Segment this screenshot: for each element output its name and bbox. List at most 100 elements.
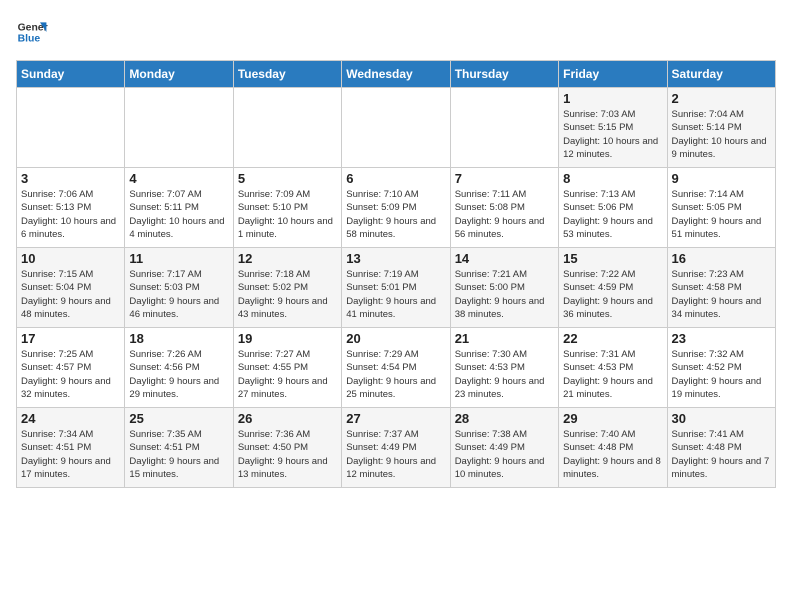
day-number: 13 (346, 251, 445, 266)
day-number: 20 (346, 331, 445, 346)
day-number: 8 (563, 171, 662, 186)
weekday-header: Saturday (667, 61, 775, 88)
calendar-cell: 9 Sunrise: 7:14 AM Sunset: 5:05 PM Daylig… (667, 168, 775, 248)
calendar-cell: 22 Sunrise: 7:31 AM Sunset: 4:53 PM Dayli… (559, 328, 667, 408)
day-info: Sunrise: 7:19 AM Sunset: 5:01 PM Dayligh… (346, 268, 445, 321)
day-info: Sunrise: 7:29 AM Sunset: 4:54 PM Dayligh… (346, 348, 445, 401)
weekday-header: Monday (125, 61, 233, 88)
calendar-cell: 6 Sunrise: 7:10 AM Sunset: 5:09 PM Daylig… (342, 168, 450, 248)
calendar-cell: 30 Sunrise: 7:41 AM Sunset: 4:48 PM Dayli… (667, 408, 775, 488)
day-number: 22 (563, 331, 662, 346)
calendar-cell: 20 Sunrise: 7:29 AM Sunset: 4:54 PM Dayli… (342, 328, 450, 408)
weekday-header: Friday (559, 61, 667, 88)
day-number: 16 (672, 251, 771, 266)
weekday-header: Thursday (450, 61, 558, 88)
weekday-header: Tuesday (233, 61, 341, 88)
day-number: 12 (238, 251, 337, 266)
day-number: 21 (455, 331, 554, 346)
calendar-cell: 24Sunrise: 7:34 AM Sunset: 4:51 PM Dayli… (17, 408, 125, 488)
day-number: 29 (563, 411, 662, 426)
calendar-cell: 8 Sunrise: 7:13 AM Sunset: 5:06 PM Daylig… (559, 168, 667, 248)
calendar-cell: 18 Sunrise: 7:26 AM Sunset: 4:56 PM Dayli… (125, 328, 233, 408)
day-number: 27 (346, 411, 445, 426)
day-number: 2 (672, 91, 771, 106)
calendar-week-row: 3 Sunrise: 7:06 AM Sunset: 5:13 PM Daylig… (17, 168, 776, 248)
calendar-cell (125, 88, 233, 168)
day-number: 6 (346, 171, 445, 186)
day-info: Sunrise: 7:07 AM Sunset: 5:11 PM Dayligh… (129, 188, 228, 241)
day-number: 7 (455, 171, 554, 186)
calendar-week-row: 1Sunrise: 7:03 AM Sunset: 5:15 PM Daylig… (17, 88, 776, 168)
weekday-header: Wednesday (342, 61, 450, 88)
day-info: Sunrise: 7:13 AM Sunset: 5:06 PM Dayligh… (563, 188, 662, 241)
calendar-week-row: 10 Sunrise: 7:15 AM Sunset: 5:04 PM Dayli… (17, 248, 776, 328)
day-info: Sunrise: 7:06 AM Sunset: 5:13 PM Dayligh… (21, 188, 120, 241)
day-number: 10 (21, 251, 120, 266)
calendar-cell: 21Sunrise: 7:30 AM Sunset: 4:53 PM Dayli… (450, 328, 558, 408)
calendar-cell: 23 Sunrise: 7:32 AM Sunset: 4:52 PM Dayli… (667, 328, 775, 408)
calendar-cell: 17Sunrise: 7:25 AM Sunset: 4:57 PM Dayli… (17, 328, 125, 408)
logo: General Blue (16, 16, 48, 48)
calendar-cell: 4 Sunrise: 7:07 AM Sunset: 5:11 PM Daylig… (125, 168, 233, 248)
day-info: Sunrise: 7:15 AM Sunset: 5:04 PM Dayligh… (21, 268, 120, 321)
day-number: 11 (129, 251, 228, 266)
day-number: 9 (672, 171, 771, 186)
day-info: Sunrise: 7:41 AM Sunset: 4:48 PM Dayligh… (672, 428, 771, 481)
day-info: Sunrise: 7:27 AM Sunset: 4:55 PM Dayligh… (238, 348, 337, 401)
day-info: Sunrise: 7:23 AM Sunset: 4:58 PM Dayligh… (672, 268, 771, 321)
calendar-table: SundayMondayTuesdayWednesdayThursdayFrid… (16, 60, 776, 488)
day-number: 19 (238, 331, 337, 346)
day-info: Sunrise: 7:21 AM Sunset: 5:00 PM Dayligh… (455, 268, 554, 321)
calendar-cell: 13 Sunrise: 7:19 AM Sunset: 5:01 PM Dayli… (342, 248, 450, 328)
day-info: Sunrise: 7:38 AM Sunset: 4:49 PM Dayligh… (455, 428, 554, 481)
day-number: 3 (21, 171, 120, 186)
calendar-cell: 28 Sunrise: 7:38 AM Sunset: 4:49 PM Dayli… (450, 408, 558, 488)
svg-text:Blue: Blue (18, 34, 41, 45)
day-number: 28 (455, 411, 554, 426)
day-info: Sunrise: 7:11 AM Sunset: 5:08 PM Dayligh… (455, 188, 554, 241)
calendar-cell: 14 Sunrise: 7:21 AM Sunset: 5:00 PM Dayli… (450, 248, 558, 328)
day-number: 30 (672, 411, 771, 426)
day-info: Sunrise: 7:22 AM Sunset: 4:59 PM Dayligh… (563, 268, 662, 321)
calendar-cell: 25Sunrise: 7:35 AM Sunset: 4:51 PM Dayli… (125, 408, 233, 488)
calendar-cell (342, 88, 450, 168)
calendar-cell (17, 88, 125, 168)
calendar-body: 1Sunrise: 7:03 AM Sunset: 5:15 PM Daylig… (17, 88, 776, 488)
day-number: 1 (563, 91, 662, 106)
day-number: 4 (129, 171, 228, 186)
calendar-cell: 1Sunrise: 7:03 AM Sunset: 5:15 PM Daylig… (559, 88, 667, 168)
calendar-cell: 3 Sunrise: 7:06 AM Sunset: 5:13 PM Daylig… (17, 168, 125, 248)
day-number: 24 (21, 411, 120, 426)
calendar-cell: 16 Sunrise: 7:23 AM Sunset: 4:58 PM Dayli… (667, 248, 775, 328)
day-number: 18 (129, 331, 228, 346)
weekday-header: Sunday (17, 61, 125, 88)
calendar-header-row: SundayMondayTuesdayWednesdayThursdayFrid… (17, 61, 776, 88)
calendar-cell: 29Sunrise: 7:40 AM Sunset: 4:48 PM Dayli… (559, 408, 667, 488)
day-number: 25 (129, 411, 228, 426)
calendar-cell: 11 Sunrise: 7:17 AM Sunset: 5:03 PM Dayli… (125, 248, 233, 328)
calendar-cell: 26Sunrise: 7:36 AM Sunset: 4:50 PM Dayli… (233, 408, 341, 488)
day-info: Sunrise: 7:09 AM Sunset: 5:10 PM Dayligh… (238, 188, 337, 241)
calendar-cell: 15 Sunrise: 7:22 AM Sunset: 4:59 PM Dayli… (559, 248, 667, 328)
page-header: General Blue (16, 16, 776, 48)
day-info: Sunrise: 7:14 AM Sunset: 5:05 PM Dayligh… (672, 188, 771, 241)
calendar-cell: 19 Sunrise: 7:27 AM Sunset: 4:55 PM Dayli… (233, 328, 341, 408)
calendar-cell: 2 Sunrise: 7:04 AM Sunset: 5:14 PM Daylig… (667, 88, 775, 168)
calendar-cell (450, 88, 558, 168)
day-number: 5 (238, 171, 337, 186)
day-info: Sunrise: 7:04 AM Sunset: 5:14 PM Dayligh… (672, 108, 771, 161)
day-info: Sunrise: 7:31 AM Sunset: 4:53 PM Dayligh… (563, 348, 662, 401)
day-number: 14 (455, 251, 554, 266)
day-info: Sunrise: 7:18 AM Sunset: 5:02 PM Dayligh… (238, 268, 337, 321)
calendar-cell (233, 88, 341, 168)
calendar-cell: 10 Sunrise: 7:15 AM Sunset: 5:04 PM Dayli… (17, 248, 125, 328)
calendar-cell: 12 Sunrise: 7:18 AM Sunset: 5:02 PM Dayli… (233, 248, 341, 328)
day-info: Sunrise: 7:17 AM Sunset: 5:03 PM Dayligh… (129, 268, 228, 321)
day-number: 15 (563, 251, 662, 266)
calendar-cell: 7 Sunrise: 7:11 AM Sunset: 5:08 PM Daylig… (450, 168, 558, 248)
day-info: Sunrise: 7:32 AM Sunset: 4:52 PM Dayligh… (672, 348, 771, 401)
calendar-cell: 27Sunrise: 7:37 AM Sunset: 4:49 PM Dayli… (342, 408, 450, 488)
day-info: Sunrise: 7:26 AM Sunset: 4:56 PM Dayligh… (129, 348, 228, 401)
day-number: 23 (672, 331, 771, 346)
day-info: Sunrise: 7:10 AM Sunset: 5:09 PM Dayligh… (346, 188, 445, 241)
